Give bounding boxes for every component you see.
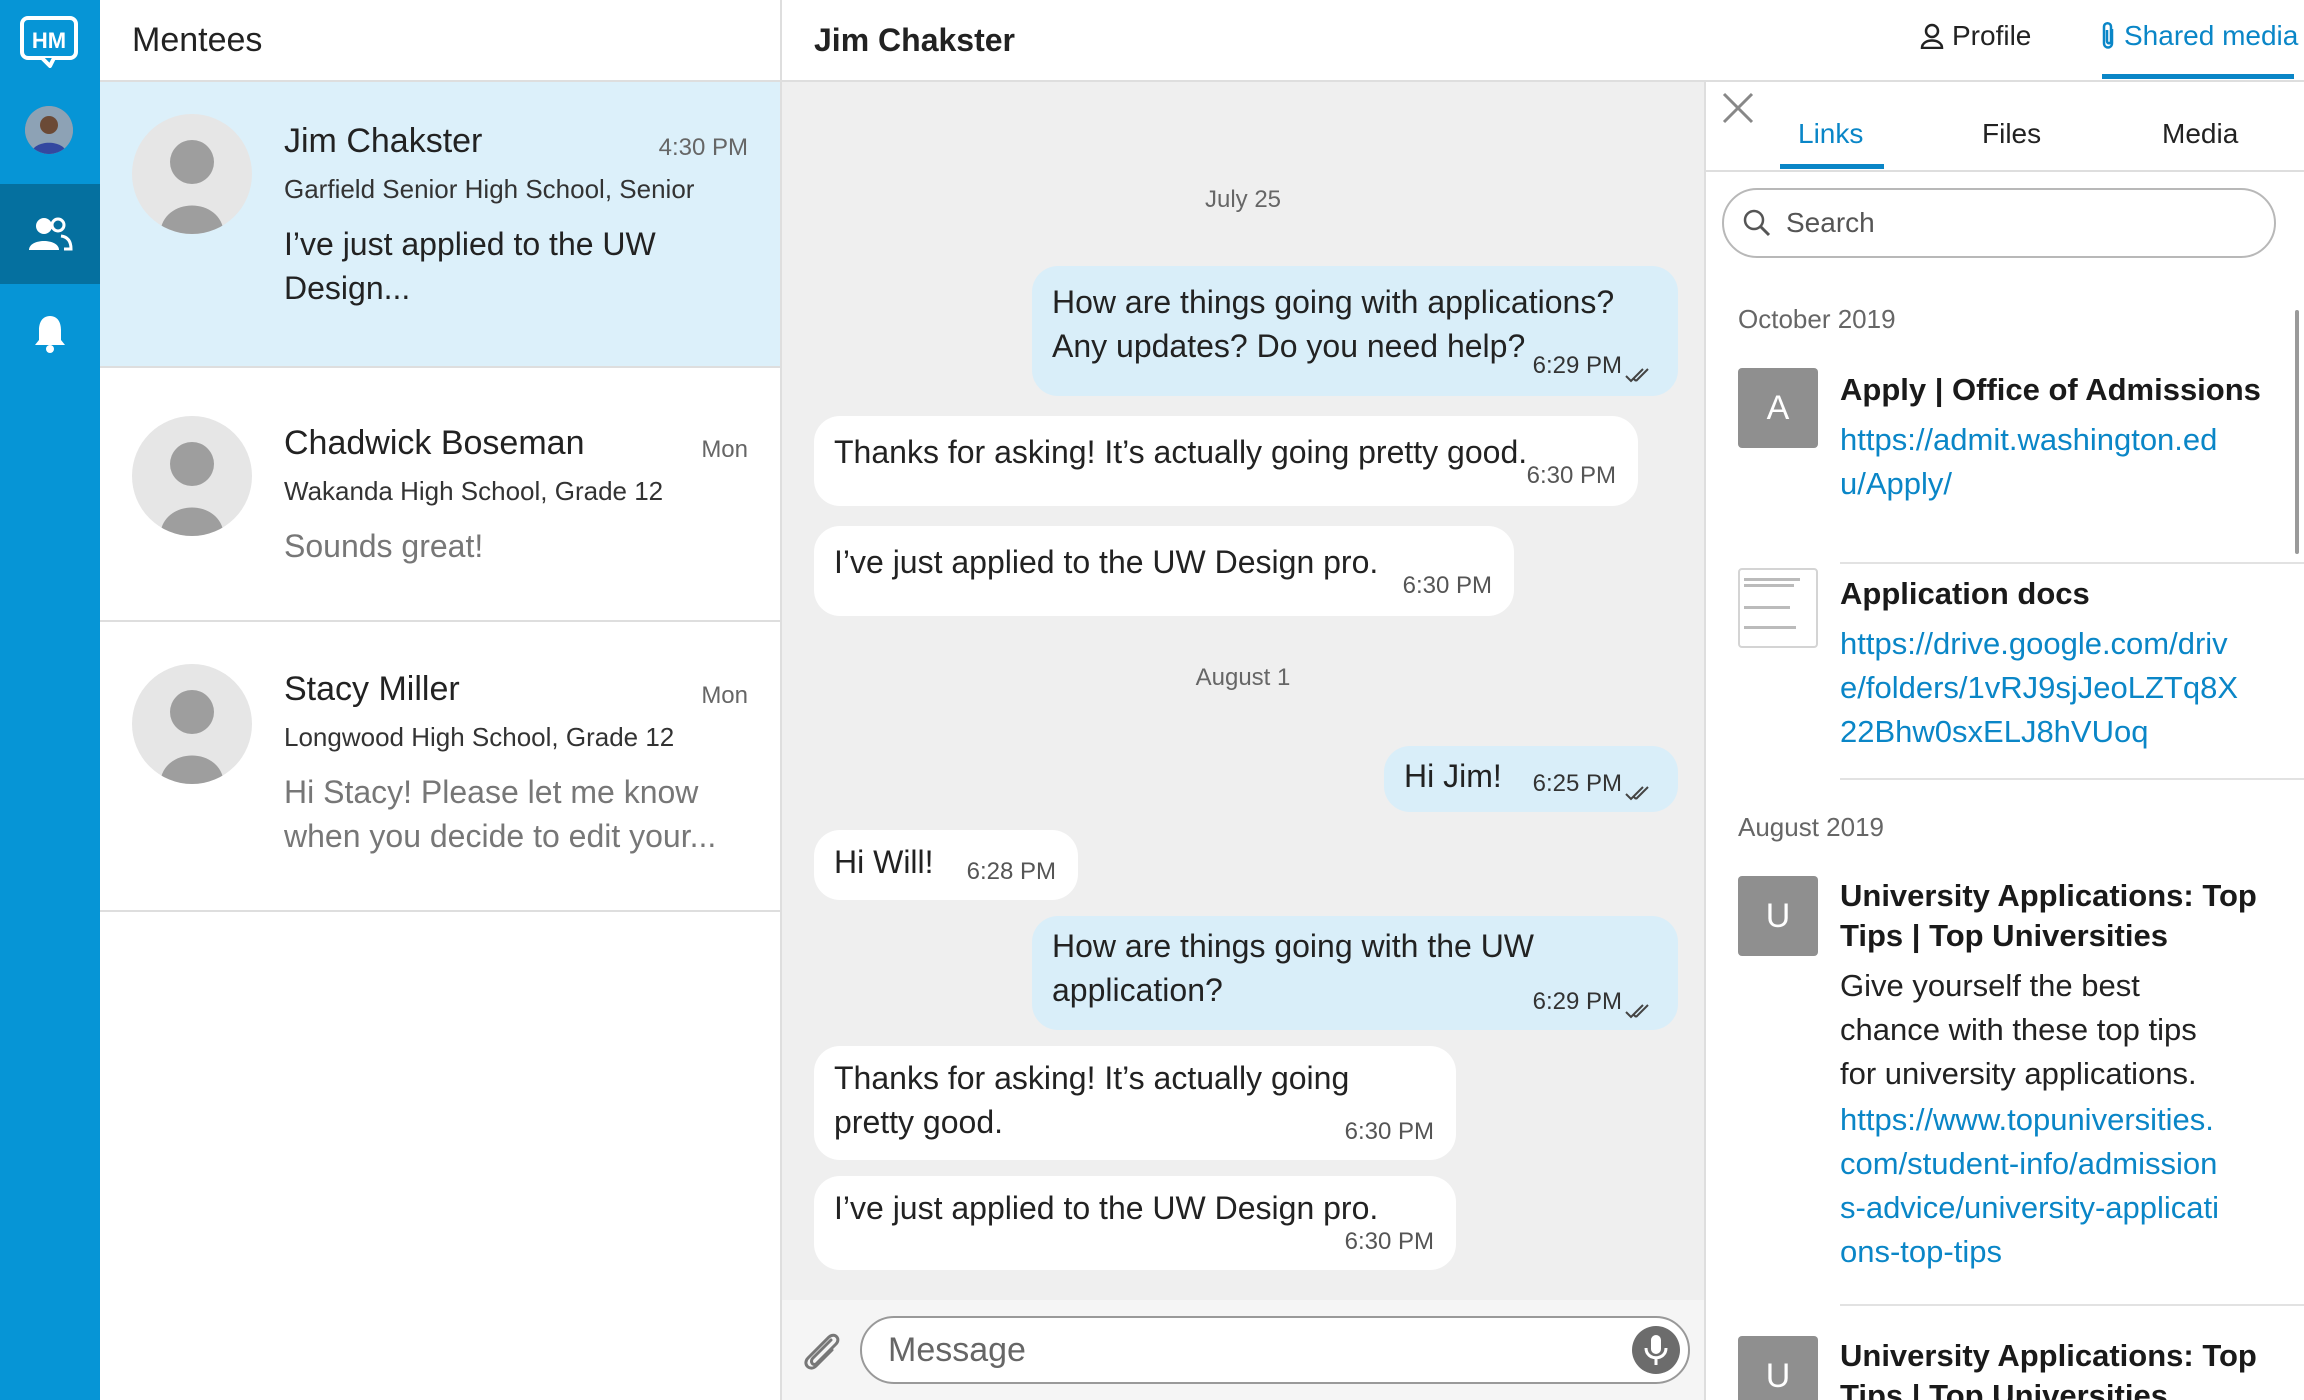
mentee-time: Mon bbox=[701, 436, 748, 463]
link-thumbnail: U bbox=[1738, 1336, 1818, 1400]
message-input[interactable]: Message bbox=[860, 1316, 1690, 1384]
mentee-item-stacy[interactable]: Stacy Miller Mon Longwood High School, G… bbox=[100, 622, 780, 912]
message-incoming[interactable]: Thanks for asking! It’s actually going p… bbox=[814, 416, 1638, 506]
link-url[interactable]: https://www.topuniversities. com/student… bbox=[1840, 1098, 2280, 1274]
mentee-name: Stacy Miller bbox=[284, 670, 460, 708]
message-composer: Message bbox=[782, 1300, 1704, 1400]
date-separator: August 1 bbox=[1195, 664, 1291, 691]
tab-divider bbox=[1706, 170, 2304, 172]
app-logo[interactable]: HM bbox=[20, 16, 78, 68]
bell-icon bbox=[35, 316, 65, 353]
message-outgoing[interactable]: How are things going with the UW applica… bbox=[1032, 916, 1678, 1030]
message-outgoing[interactable]: Hi Jim! 6:25 PM bbox=[1384, 746, 1678, 812]
paperclip-icon bbox=[2102, 22, 2114, 49]
shared-media-panel: Links Files Media Search October 2019 A … bbox=[1704, 82, 2304, 1400]
link-thumbnail: A bbox=[1738, 368, 1818, 448]
mentee-school: Garfield Senior High School, Senior bbox=[284, 174, 695, 204]
link-url[interactable]: https://drive.google.com/driv e/folders/… bbox=[1840, 622, 2280, 754]
link-title: Apply | Office of Admissions bbox=[1840, 372, 2261, 407]
mentee-list-title: Mentees bbox=[100, 0, 780, 82]
month-heading: August 2019 bbox=[1738, 812, 1885, 842]
mentee-avatar bbox=[132, 114, 252, 234]
mentee-item-chadwick[interactable]: Chadwick Boseman Mon Wakanda High School… bbox=[100, 368, 780, 622]
link-divider bbox=[1840, 562, 2304, 564]
link-divider bbox=[1840, 778, 2304, 780]
link-title: University Applications: Top Tips | Top … bbox=[1840, 1338, 2257, 1400]
search-placeholder: Search bbox=[1786, 207, 1875, 238]
message-incoming[interactable]: I’ve just applied to the UW Design pro. … bbox=[814, 1176, 1456, 1270]
tab-links[interactable]: Links bbox=[1798, 118, 1863, 150]
link-thumbnail: U bbox=[1738, 876, 1818, 956]
link-divider bbox=[1840, 1304, 2304, 1306]
month-heading: October 2019 bbox=[1738, 304, 1896, 334]
link-title: Application docs bbox=[1840, 576, 2090, 611]
conversation-actions: Profile Shared media bbox=[1704, 0, 2304, 82]
shared-media-active-indicator bbox=[2102, 74, 2294, 79]
mentee-school: Longwood High School, Grade 12 bbox=[284, 722, 675, 752]
mentee-avatar bbox=[132, 416, 252, 536]
read-receipt-icon bbox=[1625, 786, 1649, 801]
people-icon bbox=[29, 217, 73, 251]
tab-media[interactable]: Media bbox=[2162, 118, 2238, 150]
rail-item-notifications[interactable] bbox=[0, 284, 100, 384]
message-incoming[interactable]: Thanks for asking! It’s actually going p… bbox=[814, 1046, 1456, 1160]
mentee-name: Chadwick Boseman bbox=[284, 424, 585, 462]
paperclip-icon[interactable] bbox=[798, 1328, 844, 1374]
person-icon bbox=[1920, 23, 1944, 49]
chat-title: Jim Chakster bbox=[814, 21, 1015, 58]
app-logo-text: HM bbox=[32, 28, 66, 53]
close-icon[interactable] bbox=[1720, 90, 1756, 126]
chat-header: Jim Chakster bbox=[782, 0, 1704, 82]
link-title: University Applications: Top Tips | Top … bbox=[1840, 878, 2257, 953]
message-incoming[interactable]: Hi Will! 6:28 PM bbox=[814, 830, 1078, 900]
mentee-time: 4:30 PM bbox=[658, 134, 748, 161]
panel-scrollbar[interactable] bbox=[2295, 310, 2299, 554]
mentee-preview: Hi Stacy! Please let me know when you de… bbox=[284, 774, 717, 854]
message-thread[interactable]: July 25 How are things going with applic… bbox=[782, 82, 1704, 1300]
mentee-preview: I’ve just applied to the UW Design... bbox=[284, 226, 656, 306]
profile-button[interactable]: Profile bbox=[1920, 20, 2031, 52]
microphone-icon bbox=[1644, 1335, 1668, 1365]
microphone-button[interactable] bbox=[1632, 1326, 1680, 1374]
search-icon bbox=[1743, 209, 1771, 237]
tab-files[interactable]: Files bbox=[1982, 118, 2041, 150]
read-receipt-icon bbox=[1625, 368, 1649, 383]
message-outgoing[interactable]: How are things going with applications? … bbox=[1032, 266, 1678, 396]
read-receipt-icon bbox=[1625, 1004, 1649, 1019]
mentee-time: Mon bbox=[701, 682, 748, 709]
links-search-input[interactable]: Search bbox=[1722, 188, 2276, 258]
tab-active-indicator bbox=[1780, 164, 1884, 169]
mentee-name: Jim Chakster bbox=[284, 122, 483, 160]
message-placeholder: Message bbox=[888, 1330, 1026, 1369]
mentee-preview: Sounds great! bbox=[284, 528, 484, 564]
mentee-school: Wakanda High School, Grade 12 bbox=[284, 476, 664, 506]
shared-media-button[interactable]: Shared media bbox=[2100, 20, 2298, 52]
link-url[interactable]: https://admit.washington.ed u/Apply/ bbox=[1840, 418, 2280, 506]
mentee-list-panel: Mentees Jim Chakster 4:30 PM Garfield Se… bbox=[100, 0, 782, 1400]
message-incoming[interactable]: I’ve just applied to the UW Design pro. … bbox=[814, 526, 1514, 616]
document-thumbnail bbox=[1738, 568, 1818, 648]
mentee-avatar bbox=[132, 664, 252, 784]
user-avatar[interactable] bbox=[25, 106, 73, 154]
mentee-item-jim[interactable]: Jim Chakster 4:30 PM Garfield Senior Hig… bbox=[100, 82, 780, 368]
rail-item-mentees[interactable] bbox=[0, 184, 100, 284]
link-description: Give yourself the best chance with these… bbox=[1840, 968, 2197, 1091]
date-separator: July 25 bbox=[1204, 186, 1282, 213]
app-rail: HM bbox=[0, 0, 100, 1400]
